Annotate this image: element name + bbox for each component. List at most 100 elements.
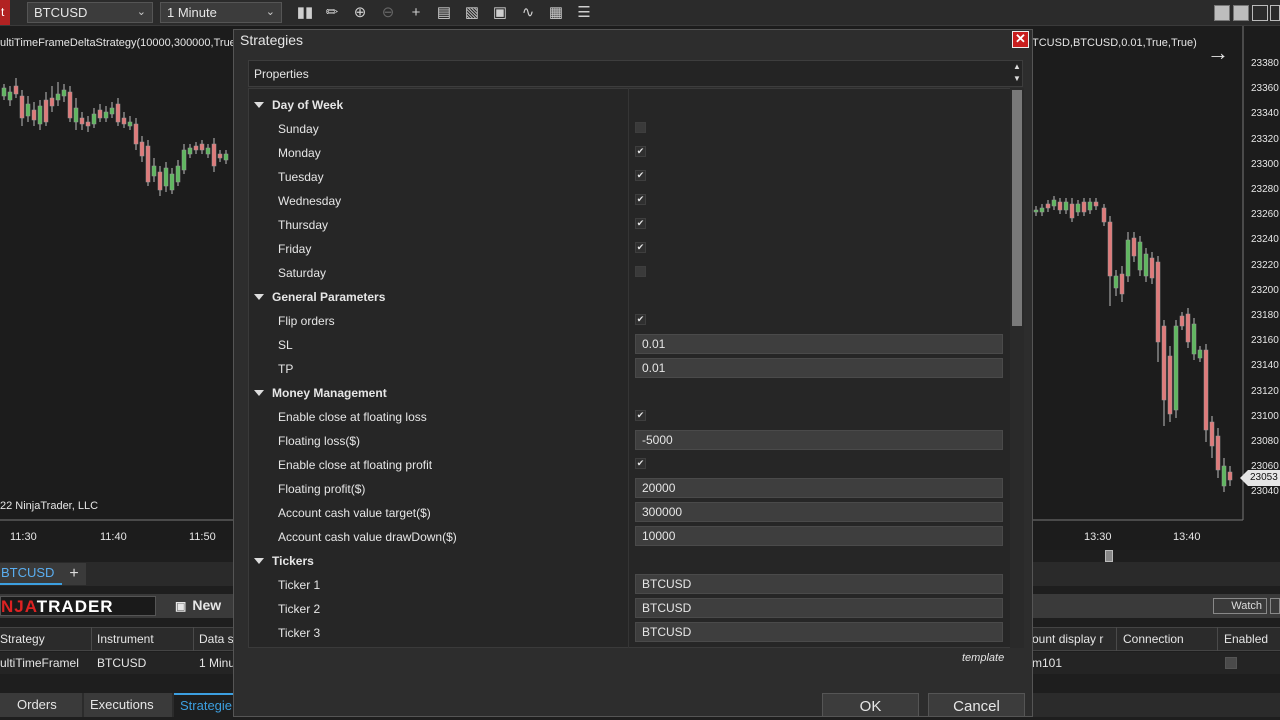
prop-label: Ticker 2 bbox=[278, 602, 321, 616]
y-tick: 23100 bbox=[1251, 410, 1279, 422]
x-tick: 13:40 bbox=[1173, 531, 1201, 543]
candle-body bbox=[175, 165, 181, 183]
scrollbar-thumb[interactable] bbox=[1012, 90, 1022, 326]
spin-up-icon[interactable]: ▲ bbox=[1012, 62, 1022, 72]
app-badge[interactable]: t bbox=[0, 0, 10, 25]
x-tick: 11:30 bbox=[10, 531, 37, 543]
template-link[interactable]: template bbox=[962, 652, 1004, 664]
tab-strategies[interactable]: Strategie bbox=[174, 693, 234, 717]
tab-btcusd[interactable]: BTCUSD bbox=[0, 563, 62, 585]
indicators-icon[interactable]: ∿ bbox=[518, 3, 538, 23]
data-box-icon[interactable]: ▤ bbox=[434, 3, 454, 23]
cancel-button[interactable]: Cancel bbox=[928, 693, 1025, 717]
enable-close-profit-checkbox[interactable]: ✔ bbox=[635, 458, 646, 469]
column-splitter[interactable] bbox=[628, 88, 629, 648]
spin-down-icon[interactable]: ▼ bbox=[1012, 74, 1022, 84]
maximize-icon[interactable] bbox=[1270, 5, 1280, 21]
candle-body bbox=[43, 99, 49, 123]
candle-body bbox=[1069, 203, 1075, 219]
candle-body bbox=[1119, 273, 1125, 295]
floating-profit-field[interactable]: 20000 bbox=[635, 478, 1003, 498]
y-tick: 23180 bbox=[1251, 310, 1279, 321]
strategies-icon[interactable]: ▦ bbox=[546, 3, 566, 23]
friday-checkbox[interactable]: ✔ bbox=[635, 242, 646, 253]
candle-body bbox=[1137, 241, 1143, 271]
col-instrument[interactable]: Instrument bbox=[97, 632, 154, 646]
ticker3-field[interactable]: BTCUSD bbox=[635, 622, 1003, 642]
category-label: General Parameters bbox=[272, 290, 386, 304]
monday-checkbox[interactable]: ✔ bbox=[635, 146, 646, 157]
y-tick: 23340 bbox=[1251, 108, 1279, 120]
draw-icon[interactable]: ✏ bbox=[322, 3, 342, 23]
col-data-series[interactable]: Data s bbox=[199, 632, 234, 646]
watch-label: Watch bbox=[1231, 600, 1262, 612]
arrow-right-icon[interactable]: → bbox=[1207, 40, 1229, 66]
candle-body bbox=[157, 171, 163, 191]
properties-icon[interactable]: ▣ bbox=[490, 3, 510, 23]
saturday-checkbox[interactable] bbox=[635, 266, 646, 277]
candle-body bbox=[151, 165, 157, 177]
bar-type-icon[interactable]: ▮▮ bbox=[295, 3, 315, 23]
prop-label: Wednesday bbox=[278, 194, 342, 208]
window-tile-icon[interactable] bbox=[1214, 5, 1230, 21]
prop-label: Thursday bbox=[278, 218, 329, 232]
close-icon[interactable]: ✕ bbox=[1012, 31, 1029, 48]
tp-field[interactable]: 0.01 bbox=[635, 358, 1003, 378]
ok-button[interactable]: OK bbox=[822, 693, 919, 717]
window-tile2-icon[interactable] bbox=[1233, 5, 1249, 21]
instrument-selector[interactable]: BTCUSD ⌄ bbox=[27, 2, 153, 23]
candle-body bbox=[1033, 209, 1039, 213]
flip-orders-checkbox[interactable]: ✔ bbox=[635, 314, 646, 325]
col-connection[interactable]: Connection bbox=[1123, 632, 1184, 646]
zoom-in-icon[interactable]: ⊕ bbox=[350, 3, 370, 23]
category-day-of-week[interactable]: Day of Week bbox=[254, 98, 343, 112]
candle-body bbox=[25, 103, 31, 117]
prop-label: Friday bbox=[278, 242, 312, 256]
instrument-value: BTCUSD bbox=[34, 5, 88, 20]
category-general-parameters[interactable]: General Parameters bbox=[254, 290, 385, 304]
last-price-marker: 23053 bbox=[1240, 470, 1280, 486]
tab-orders[interactable]: Orders bbox=[0, 693, 82, 717]
add-tab-button[interactable]: + bbox=[62, 563, 86, 585]
candle-body bbox=[211, 143, 217, 167]
candle-body bbox=[13, 85, 19, 95]
cash-drawdown-field[interactable]: 10000 bbox=[635, 526, 1003, 546]
thursday-checkbox[interactable]: ✔ bbox=[635, 218, 646, 229]
strategy-label: ultiTimeFrameDeltaStrategy(10000,300000,… bbox=[0, 37, 239, 49]
floating-loss-field[interactable]: -5000 bbox=[635, 430, 1003, 450]
col-enabled[interactable]: Enabled bbox=[1224, 632, 1268, 646]
category-money-management[interactable]: Money Management bbox=[254, 386, 387, 400]
tab-executions[interactable]: Executions bbox=[84, 693, 172, 717]
sunday-checkbox[interactable] bbox=[635, 122, 646, 133]
candle-body bbox=[1161, 325, 1167, 401]
candle-body bbox=[121, 117, 127, 125]
category-tickers[interactable]: Tickers bbox=[254, 554, 314, 568]
wednesday-checkbox[interactable]: ✔ bbox=[635, 194, 646, 205]
minimize-panel-icon[interactable] bbox=[1270, 598, 1280, 614]
ticker1-field[interactable]: BTCUSD bbox=[635, 574, 1003, 594]
cash-target-field[interactable]: 300000 bbox=[635, 502, 1003, 522]
candle-body bbox=[1081, 201, 1087, 213]
enable-close-loss-checkbox[interactable]: ✔ bbox=[635, 410, 646, 421]
col-account-display[interactable]: ount display r bbox=[1032, 632, 1103, 646]
crosshair-icon[interactable]: + bbox=[406, 3, 426, 23]
enabled-checkbox[interactable] bbox=[1225, 657, 1237, 669]
templates-icon[interactable]: ☰ bbox=[574, 3, 594, 23]
candle-body bbox=[1173, 325, 1179, 411]
tuesday-checkbox[interactable]: ✔ bbox=[635, 170, 646, 181]
col-strategy[interactable]: Strategy bbox=[0, 632, 45, 646]
watch-button[interactable]: Watch bbox=[1213, 598, 1267, 614]
interval-value: 1 Minute bbox=[167, 5, 217, 20]
candle-body bbox=[7, 91, 13, 101]
x-tick: 11:50 bbox=[189, 531, 216, 543]
minimize-icon[interactable] bbox=[1252, 5, 1268, 21]
sl-field[interactable]: 0.01 bbox=[635, 334, 1003, 354]
new-menu-button[interactable]: ▣ New bbox=[175, 597, 221, 613]
candle-body bbox=[1209, 421, 1215, 447]
zoom-out-icon[interactable]: ⊖ bbox=[378, 3, 398, 23]
scroll-handle[interactable] bbox=[1105, 550, 1113, 562]
show-tabs-icon[interactable]: ▧ bbox=[462, 3, 482, 23]
prop-label: Account cash value drawDown($) bbox=[278, 530, 457, 544]
ticker2-field[interactable]: BTCUSD bbox=[635, 598, 1003, 618]
interval-selector[interactable]: 1 Minute ⌄ bbox=[160, 2, 282, 23]
